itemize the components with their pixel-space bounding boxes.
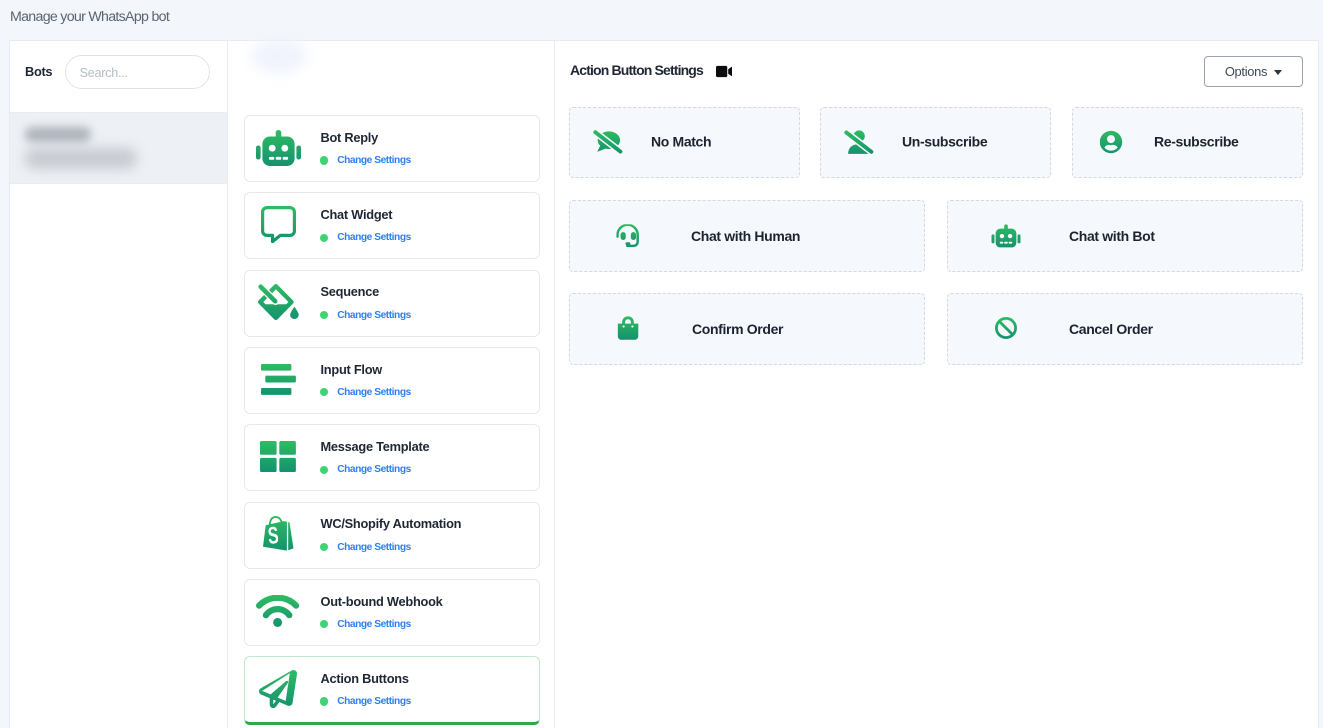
svg-text:S: S <box>267 523 280 550</box>
